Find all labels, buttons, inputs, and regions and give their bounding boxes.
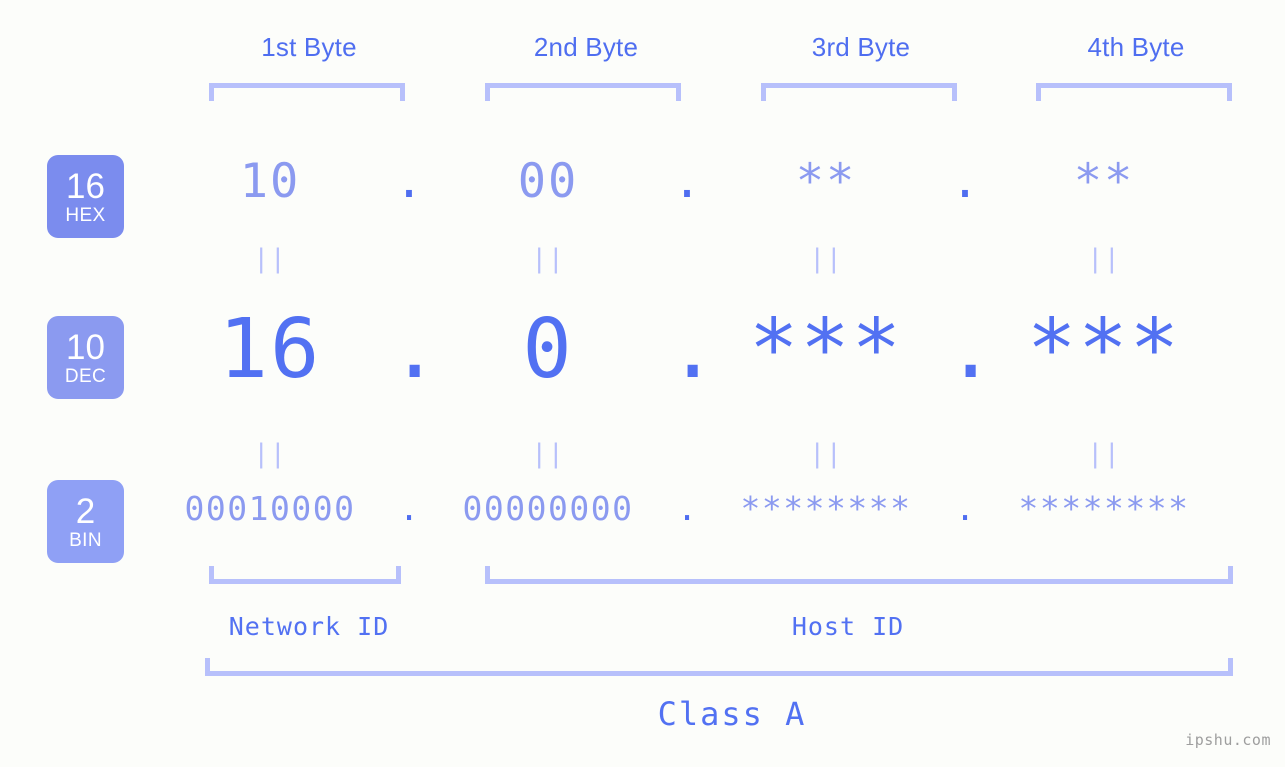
hex-value-row: 10 . 00 . ** . ** <box>150 154 1270 209</box>
byte-bracket-1 <box>209 83 405 101</box>
base-badge-bin: 2 BIN <box>47 480 124 563</box>
bin-byte-3: ******** <box>740 489 912 528</box>
connector-gap <box>946 244 984 274</box>
connector-1-4: || <box>1087 244 1121 274</box>
byte-header-1: 1st Byte <box>261 32 357 62</box>
bin-separator-3: . <box>955 489 975 528</box>
bin-byte-2: 00000000 <box>462 489 634 528</box>
base-badge-bin-number: 2 <box>75 491 96 531</box>
connector-2-3: || <box>809 439 843 469</box>
connector-2-4: || <box>1087 439 1121 469</box>
dec-separator-1: . <box>390 302 440 397</box>
hex-byte-4: ** <box>1073 154 1135 209</box>
base-badge-dec-name: DEC <box>64 365 107 387</box>
connector-1-3: || <box>809 244 843 274</box>
base-badge-dec-number: 10 <box>66 327 105 367</box>
class-bracket <box>205 658 1233 676</box>
connector-1-2: || <box>531 244 565 274</box>
hex-separator-1: . <box>394 154 424 209</box>
byte-bracket-3 <box>761 83 957 101</box>
site-watermark: ipshu.com <box>1185 731 1271 749</box>
connector-gap <box>668 439 706 469</box>
bin-byte-1: 00010000 <box>184 489 356 528</box>
hex-separator-2: . <box>672 154 702 209</box>
bin-separator-1: . <box>399 489 419 528</box>
host-id-label: Host ID <box>791 612 905 641</box>
base-badge-hex-name: HEX <box>65 204 106 226</box>
byte-header-4: 4th Byte <box>1087 32 1185 62</box>
host-id-bracket <box>485 566 1233 584</box>
dec-separator-3: . <box>946 302 996 397</box>
connector-row-dec-bin: || || || || <box>150 439 1270 469</box>
base-badge-bin-name: BIN <box>69 529 102 551</box>
connector-gap <box>668 244 706 274</box>
connector-gap <box>946 439 984 469</box>
network-id-bracket <box>209 566 401 584</box>
ip-address-breakdown-diagram: 1st Byte 2nd Byte 3rd Byte 4th Byte 16 H… <box>0 0 1285 767</box>
bin-byte-4: ******** <box>1018 489 1190 528</box>
dec-byte-4: *** <box>1026 302 1182 397</box>
connector-1-1: || <box>253 244 287 274</box>
dec-value-row: 16 . 0 . *** . *** <box>150 302 1270 397</box>
byte-header-2: 2nd Byte <box>533 32 639 62</box>
connector-2-1: || <box>253 439 287 469</box>
dec-byte-3: *** <box>748 302 904 397</box>
hex-separator-3: . <box>950 154 980 209</box>
connector-row-hex-dec: || || || || <box>150 244 1270 274</box>
network-id-label: Network ID <box>228 612 390 641</box>
dec-separator-2: . <box>668 302 718 397</box>
connector-2-2: || <box>531 439 565 469</box>
byte-bracket-4 <box>1036 83 1232 101</box>
bin-separator-2: . <box>677 489 697 528</box>
connector-gap <box>390 244 428 274</box>
hex-byte-3: ** <box>795 154 857 209</box>
hex-byte-1: 10 <box>239 154 301 209</box>
byte-header-3: 3rd Byte <box>811 32 911 62</box>
bin-value-row: 00010000 . 00000000 . ******** . *******… <box>150 489 1270 528</box>
connector-gap <box>390 439 428 469</box>
dec-byte-1: 16 <box>218 302 322 397</box>
base-badge-hex-number: 16 <box>66 166 105 206</box>
byte-bracket-2 <box>485 83 681 101</box>
base-badge-hex: 16 HEX <box>47 155 124 238</box>
hex-byte-2: 00 <box>517 154 579 209</box>
class-label: Class A <box>657 695 807 733</box>
dec-byte-2: 0 <box>522 302 574 397</box>
base-badge-dec: 10 DEC <box>47 316 124 399</box>
